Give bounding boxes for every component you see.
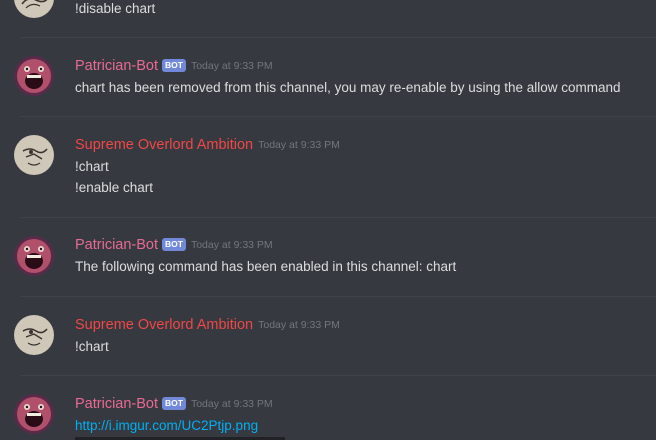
sketch-drawing-icon xyxy=(14,315,54,355)
chat-messages: !disable chart Patrician-Bot BOT Today at … xyxy=(0,0,656,440)
bot-tag: BOT xyxy=(162,397,186,411)
message-divider xyxy=(20,375,656,376)
screaming-face-icon xyxy=(14,56,54,96)
message-header: Supreme Overlord Ambition Today at 9:33 P… xyxy=(75,316,340,336)
message-divider xyxy=(20,116,656,117)
author-name[interactable]: Patrician-Bot xyxy=(75,396,158,412)
message-text: The following command has been enabled i… xyxy=(75,259,457,274)
message-divider xyxy=(20,217,656,218)
message-header: Patrician-Bot BOT Today at 9:33 PM xyxy=(75,236,273,256)
message-text: !disable chart xyxy=(75,1,156,16)
timestamp[interactable]: Today at 9:33 PM xyxy=(258,319,340,331)
message-divider xyxy=(20,37,656,38)
message-header: Patrician-Bot BOT Today at 9:33 PM xyxy=(75,57,273,77)
author-name[interactable]: Supreme Overlord Ambition xyxy=(75,137,253,153)
bot-tag: BOT xyxy=(162,59,186,73)
timestamp[interactable]: Today at 9:33 PM xyxy=(191,398,273,410)
user-avatar[interactable] xyxy=(14,0,54,18)
timestamp[interactable]: Today at 9:33 PM xyxy=(191,239,273,251)
message-text: !chart xyxy=(75,159,109,174)
timestamp[interactable]: Today at 9:33 PM xyxy=(191,60,273,72)
message-text: chart has been removed from this channel… xyxy=(75,80,621,95)
sketch-drawing-icon xyxy=(14,135,54,175)
message-divider xyxy=(20,296,656,297)
message-header: Patrician-Bot BOT Today at 9:33 PM xyxy=(75,395,273,415)
bot-tag: BOT xyxy=(162,238,186,252)
screaming-face-icon xyxy=(14,394,54,434)
author-name[interactable]: Patrician-Bot xyxy=(75,237,158,253)
timestamp[interactable]: Today at 9:33 PM xyxy=(258,139,340,151)
user-avatar[interactable] xyxy=(14,315,54,355)
author-name[interactable]: Patrician-Bot xyxy=(75,58,158,74)
message-text: !enable chart xyxy=(75,180,154,195)
message-text: !chart xyxy=(75,339,109,354)
user-avatar[interactable] xyxy=(14,135,54,175)
message-header: Supreme Overlord Ambition Today at 9:33 P… xyxy=(75,136,340,156)
bot-avatar[interactable] xyxy=(14,56,54,96)
author-name[interactable]: Supreme Overlord Ambition xyxy=(75,317,253,333)
image-link[interactable]: http://i.imgur.com/UC2Ptjp.png xyxy=(75,418,258,433)
bot-avatar[interactable] xyxy=(14,394,54,434)
screaming-face-icon xyxy=(14,236,54,276)
bot-avatar[interactable] xyxy=(14,236,54,276)
